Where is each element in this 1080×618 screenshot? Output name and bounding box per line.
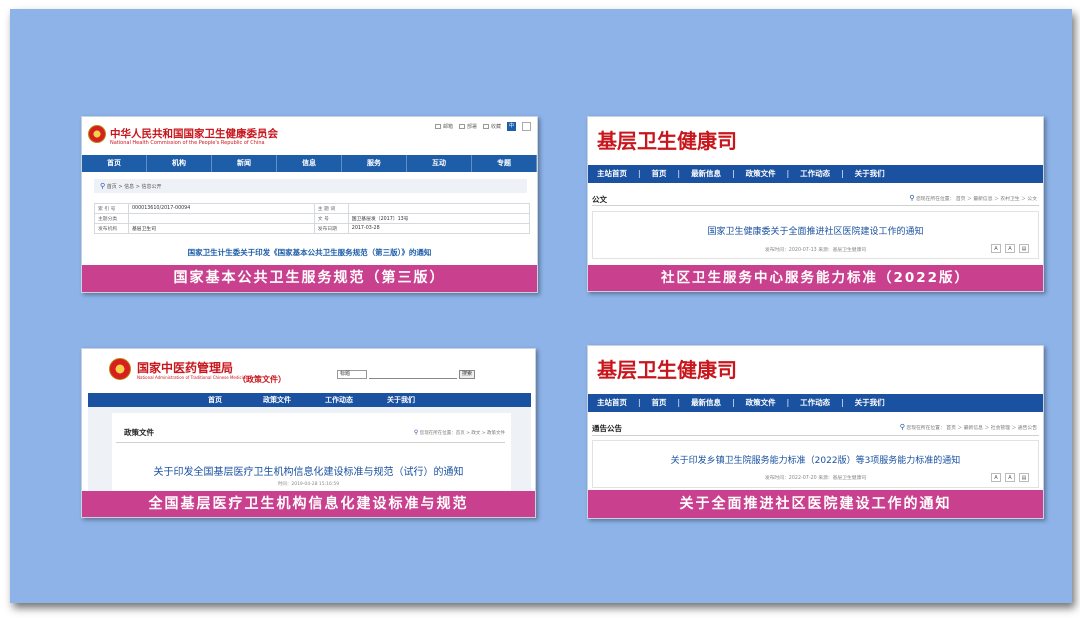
nhc-org-name: 中华人民共和国国家卫生健康委员会 [110, 128, 278, 140]
font-smaller-icon[interactable]: A [991, 244, 1001, 253]
document-title[interactable]: 关于印发乡镇卫生院服务能力标准（2022版）等3项服务能力标准的通知 [588, 453, 1043, 466]
nav-item-work[interactable]: 工作动态 [791, 394, 839, 412]
table-row: 索 引 号 000013610/2017-00094 主 题 词 [94, 203, 531, 214]
tcm-nav-item-policy[interactable]: 政策文件 [246, 393, 308, 407]
nav-item-home[interactable]: 首页 [643, 165, 676, 183]
search-input[interactable] [369, 370, 457, 379]
menu-button[interactable] [522, 122, 531, 131]
tcm-nav-bar: 首页 政策文件 工作动态 关于我们 [88, 393, 531, 407]
nhc-breadcrumb: ⚲ 首页 > 信息 > 信息公开 [94, 179, 527, 193]
nav-item-policy[interactable]: 政策文件 [737, 394, 785, 412]
nhc-header: 中华人民共和国国家卫生健康委员会 National Health Commiss… [82, 117, 537, 155]
nhc-nav-item-info[interactable]: 信息 [277, 155, 342, 172]
table-row: 主题分类 文 号 国卫基层发〔2017〕13号 [94, 213, 531, 224]
nhc-info-table: 索 引 号 000013610/2017-00094 主 题 词 主题分类 文 … [94, 203, 531, 234]
nav-item-work[interactable]: 工作动态 [791, 165, 839, 183]
dept-nav-bar: 主站首页 | 首页 | 最新信息 | 政策文件 | 工作动态 | 关于我们 [588, 165, 1043, 183]
mail-tool[interactable]: 邮箱 [434, 123, 453, 130]
nav-item-main-home[interactable]: 主站首页 [588, 394, 636, 412]
nav-item-main-home[interactable]: 主站首页 [588, 165, 636, 183]
dept-logo[interactable]: 基层卫生健康司 [597, 354, 737, 383]
nav-item-about[interactable]: 关于我们 [846, 394, 894, 412]
tcm-org-name: 国家中医药管理局 [137, 361, 234, 375]
community-caption-band: 关于全面推进社区医院建设工作的通知 [588, 490, 1043, 518]
national-emblem-icon [109, 358, 131, 380]
document-title[interactable]: 国家卫生健康委关于全面推进社区医院建设工作的通知 [588, 224, 1043, 237]
nhc-nav-item-org[interactable]: 机构 [147, 155, 212, 172]
document-actions: A A ▤ [991, 244, 1029, 253]
search-button[interactable]: 搜索 [459, 370, 475, 379]
breadcrumb: ⚲ 您现在所在位置：首页 > 政文 > 政策文件 [413, 429, 505, 436]
breadcrumb: ⚲ 您现在所在位置： 首页 ＞ 最新信息 ＞ 社会管理 ＞ 通告公告 [899, 423, 1037, 431]
nhc-caption-band: 国家基本公共卫生服务规范（第三版） [82, 265, 537, 292]
nhc-document-title[interactable]: 国家卫生计生委关于印发《国家基本公共卫生服务规范（第三版）》的通知 [82, 247, 537, 258]
nhc-nav-item-home[interactable]: 首页 [82, 155, 147, 172]
dept-nav-bar: 主站首页 | 首页 | 最新信息 | 政策文件 | 工作动态 | 关于我们 [588, 394, 1043, 412]
deploy-tool[interactable]: 部署 [458, 123, 477, 130]
community-dept-card-bottom: 基层卫生健康司 主站首页 | 首页 | 最新信息 | 政策文件 | 工作动态 | 关于我们 通告公告… [587, 345, 1044, 519]
document-actions: A A ▤ [991, 473, 1029, 482]
font-smaller-icon[interactable]: A [991, 473, 1001, 482]
favorite-icon [482, 124, 489, 129]
nav-item-about[interactable]: 关于我们 [846, 165, 894, 183]
divider [592, 205, 1039, 206]
nhc-screenshot-card: 中华人民共和国国家卫生健康委员会 National Health Commiss… [81, 116, 538, 293]
tcm-org-name-en: National Administration of Traditional C… [137, 375, 248, 380]
nhc-nav-item-service[interactable]: 服务 [342, 155, 407, 172]
location-pin-icon: ⚲ [899, 423, 905, 431]
section-title: 公文 [592, 195, 607, 204]
nhc-nav-bar: 首页 机构 新闻 信息 服务 互动 专题 [82, 155, 537, 172]
nhc-toolbar: 邮箱 部署 收藏 中 [434, 122, 531, 131]
tcm-section-tag: （政策文件） [238, 375, 286, 384]
font-larger-icon[interactable]: A [1005, 244, 1015, 253]
font-larger-icon[interactable]: A [1005, 473, 1015, 482]
document-meta: 发布时间：2020-07-13 来源：基层卫生健康司 [764, 248, 867, 253]
print-icon[interactable]: ▤ [1019, 473, 1029, 482]
location-pin-icon: ⚲ [909, 194, 915, 202]
nav-item-latest[interactable]: 最新信息 [682, 394, 730, 412]
document-meta: 发布时间：2022-07-20 来源：基层卫生健康司 [764, 476, 867, 481]
nhc-nav-item-interact[interactable]: 互动 [407, 155, 472, 172]
national-emblem-icon [88, 125, 106, 143]
nhc-nav-item-topic[interactable]: 专题 [472, 155, 537, 172]
tcm-caption-band: 全国基层医疗卫生机构信息化建设标准与规范 [82, 491, 535, 517]
community-dept-card-top: 基层卫生健康司 主站首页 | 首页 | 最新信息 | 政策文件 | 工作动态 | 关于我们 公文 ⚲… [587, 116, 1044, 292]
divider [116, 442, 505, 443]
location-pin-icon: ⚲ [413, 429, 419, 436]
location-pin-icon: ⚲ [100, 182, 106, 190]
tcm-document-title[interactable]: 关于印发全国基层医疗卫生机构信息化建设标准与规范（试行）的通知 [82, 463, 535, 478]
deploy-icon [458, 124, 465, 129]
tcm-nav-item-home[interactable]: 首页 [184, 393, 246, 407]
table-row: 发布机构 基层卫生司 发布日期 2017-03-28 [94, 223, 531, 234]
search-scope-select[interactable]: 标题 [337, 370, 367, 379]
tcm-nav-item-about[interactable]: 关于我们 [370, 393, 432, 407]
dept-logo[interactable]: 基层卫生健康司 [597, 125, 737, 154]
favorite-tool[interactable]: 收藏 [482, 123, 501, 130]
nav-item-home[interactable]: 首页 [643, 394, 676, 412]
community-caption-band: 社区卫生服务中心服务能力标准（2022版） [588, 265, 1043, 291]
mail-icon [434, 124, 441, 129]
document-meta: 时间：2019-04-28 15:16:59 [277, 482, 340, 487]
print-icon[interactable]: ▤ [1019, 244, 1029, 253]
divider [592, 435, 1039, 436]
tcm-screenshot-card: 国家中医药管理局 National Administration of Trad… [81, 348, 536, 518]
language-button[interactable]: 中 [507, 122, 516, 131]
nav-item-policy[interactable]: 政策文件 [737, 165, 785, 183]
nhc-nav-item-news[interactable]: 新闻 [212, 155, 277, 172]
nhc-org-name-en: National Health Commission of the People… [110, 140, 265, 146]
nav-item-latest[interactable]: 最新信息 [682, 165, 730, 183]
section-title: 通告公告 [592, 424, 622, 433]
tcm-nav-item-work[interactable]: 工作动态 [308, 393, 370, 407]
breadcrumb: ⚲ 您现在所在位置： 首页 ＞ 最新信息 ＞ 农村卫生 ＞ 公文 [909, 194, 1037, 202]
section-title: 政策文件 [124, 428, 154, 437]
slide-background: 中华人民共和国国家卫生健康委员会 National Health Commiss… [10, 9, 1072, 603]
